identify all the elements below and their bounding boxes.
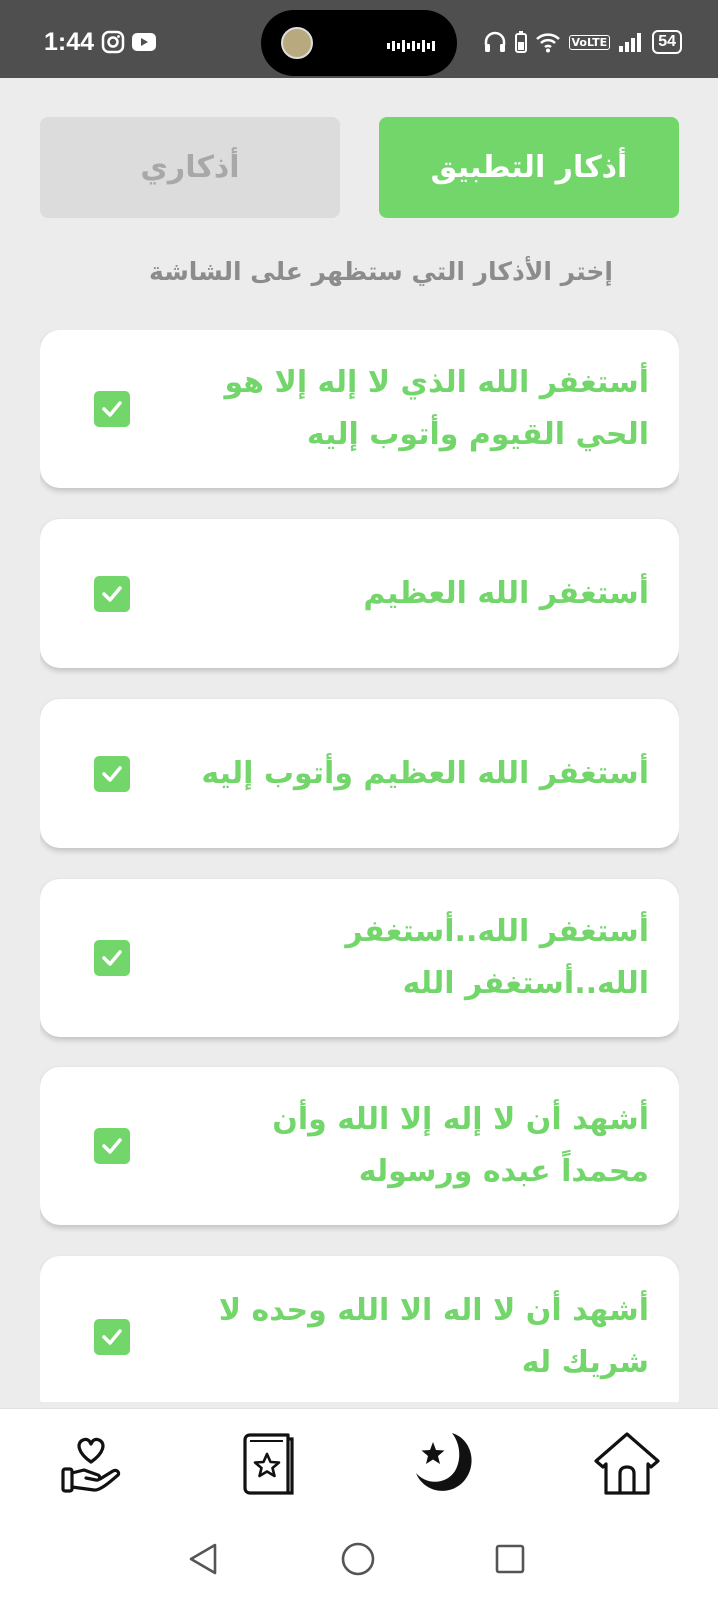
wifi-icon bbox=[535, 33, 560, 53]
media-artwork bbox=[281, 27, 313, 59]
nav-charity[interactable] bbox=[56, 1429, 126, 1499]
device-battery-icon bbox=[514, 31, 527, 53]
signal-icon bbox=[619, 33, 642, 52]
azkar-card[interactable]: أستغفر الله..أستغفر الله..أستغفر الله bbox=[40, 879, 679, 1037]
check-icon bbox=[102, 765, 122, 782]
azkar-text: أشهد أن لا إله إلا الله وأن محمداً عبده … bbox=[272, 1102, 649, 1189]
check-icon bbox=[102, 1329, 122, 1345]
check-icon bbox=[102, 950, 122, 966]
azkar-checkbox[interactable] bbox=[94, 1319, 130, 1355]
azkar-card[interactable]: أستغفر الله العظيم bbox=[40, 519, 679, 668]
azkar-card[interactable]: أستغفر الله الذي لا إله إلا هو الحي القي… bbox=[40, 330, 679, 488]
azkar-list[interactable]: أستغفر الله الذي لا إله إلا هو الحي القي… bbox=[40, 330, 679, 1402]
azkar-checkbox[interactable] bbox=[94, 391, 130, 427]
azkar-checkbox[interactable] bbox=[94, 575, 130, 612]
moon-star-icon bbox=[416, 1433, 472, 1491]
volte-badge: VoLTE bbox=[568, 34, 611, 50]
bottom-nav bbox=[0, 1408, 718, 1521]
azkar-card[interactable]: أشهد أن لا اله الا الله وحده لا شريك له bbox=[40, 1256, 679, 1402]
heart-hand-icon bbox=[61, 1437, 121, 1493]
dynamic-island bbox=[261, 10, 457, 76]
status-bar: 1:44 VoLTE 54 bbox=[0, 0, 718, 78]
status-right: VoLTE 54 bbox=[483, 30, 682, 54]
check-icon bbox=[102, 585, 122, 602]
azkar-text: أستغفر الله العظيم bbox=[363, 575, 649, 611]
azkar-text: أستغفر الله العظيم وأتوب إليه bbox=[201, 755, 649, 791]
azkar-checkbox[interactable] bbox=[94, 755, 130, 792]
battery-level: 54 bbox=[652, 30, 682, 54]
instagram-icon bbox=[101, 30, 125, 54]
headphones-icon bbox=[484, 31, 505, 52]
azkar-checkbox[interactable] bbox=[94, 940, 130, 976]
azkar-card[interactable]: أستغفر الله العظيم وأتوب إليه bbox=[40, 699, 679, 848]
azkar-text: أستغفر الله الذي لا إله إلا هو الحي القي… bbox=[224, 365, 649, 452]
check-icon bbox=[102, 1138, 122, 1154]
nav-azkar[interactable] bbox=[412, 1429, 482, 1499]
star-book-icon bbox=[243, 1433, 294, 1495]
audio-wave-icon bbox=[387, 40, 435, 52]
home-icon bbox=[594, 1432, 660, 1495]
tab-my-azkar[interactable]: أذكاري bbox=[40, 117, 340, 218]
instruction-text: إختر الأذكار التي ستظهر على الشاشة bbox=[149, 257, 613, 286]
tab-app-azkar[interactable]: أذكار التطبيق bbox=[379, 117, 679, 218]
azkar-text: أشهد أن لا اله الا الله وحده لا شريك له bbox=[218, 1293, 649, 1380]
status-time: 1:44 bbox=[44, 28, 95, 56]
azkar-card[interactable]: أشهد أن لا إله إلا الله وأن محمداً عبده … bbox=[40, 1067, 679, 1225]
nav-book[interactable] bbox=[236, 1429, 306, 1499]
check-icon bbox=[102, 401, 122, 417]
back-icon[interactable] bbox=[186, 1541, 220, 1577]
azkar-text: أستغفر الله..أستغفر الله..أستغفر الله bbox=[345, 914, 649, 1001]
recents-icon[interactable] bbox=[493, 1541, 527, 1577]
nav-home[interactable] bbox=[592, 1429, 662, 1499]
home-circle-icon[interactable] bbox=[340, 1541, 376, 1577]
youtube-icon bbox=[132, 33, 156, 51]
system-nav-bar bbox=[0, 1521, 718, 1599]
azkar-checkbox[interactable] bbox=[94, 1128, 130, 1164]
